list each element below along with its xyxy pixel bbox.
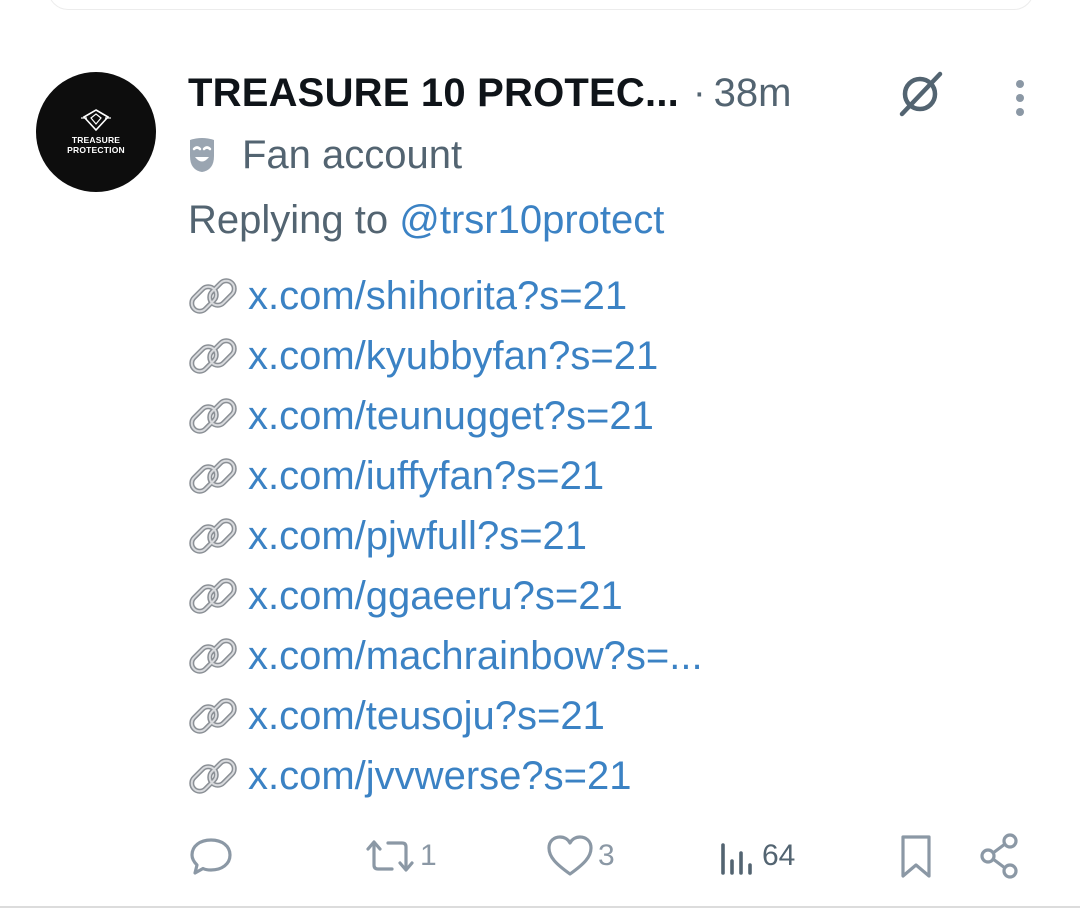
link-item[interactable]: x.com/pjwfull?s=21 [186,506,703,566]
like-icon [547,835,593,876]
link-chain-icon [189,518,237,554]
link-item[interactable]: x.com/ggaeeru?s=21 [186,566,703,626]
link-chain-icon [189,338,237,374]
link-chain-icon [189,278,237,314]
avatar-logo-text: TREASURE PROTECTION [67,135,125,155]
link-url[interactable]: x.com/kyubbyfan?s=21 [248,334,658,379]
share-button[interactable] [974,826,1026,886]
link-url[interactable]: x.com/pjwfull?s=21 [248,514,587,559]
link-url[interactable]: x.com/ggaeeru?s=21 [248,574,623,619]
link-url[interactable]: x.com/machrainbow?s=... [248,634,703,679]
avatar-text-line2: PROTECTION [67,145,125,155]
theater-mask-icon [190,138,214,172]
link-chain-icon [189,698,237,734]
link-item[interactable]: x.com/teusoju?s=21 [186,686,703,746]
link-url[interactable]: x.com/iuffyfan?s=21 [248,454,604,499]
link-chain-icon [189,398,237,434]
reply-icon [190,838,232,875]
link-url[interactable]: x.com/teunugget?s=21 [248,394,654,439]
author-display-name[interactable]: TREASURE 10 PROTEC... [188,71,679,116]
tweet-actions: 1 3 64 [0,826,1080,886]
diamond-logo-icon [81,109,111,131]
replying-to: Replying to @trsr10protect [188,198,664,250]
header-separator: · [692,71,706,114]
repost-icon [366,840,414,872]
replying-to-handle[interactable]: @trsr10protect [399,198,664,242]
views-icon [721,843,752,875]
tweet-header: TREASURE 10 PROTEC... · 38m [188,66,791,120]
link-url[interactable]: x.com/shihorita?s=21 [248,274,627,319]
tweet-links: x.com/shihorita?s=21 x.com/kyubbyfan?s=2… [186,266,703,806]
like-button[interactable]: 3 [544,826,615,886]
previous-card [48,0,1034,10]
link-chain-icon [189,458,237,494]
views-button[interactable]: 64 [716,826,795,886]
account-label-text: Fan account [242,132,463,177]
link-chain-icon [189,758,237,794]
link-item[interactable]: x.com/shihorita?s=21 [186,266,703,326]
share-icon [980,833,1018,879]
link-item[interactable]: x.com/iuffyfan?s=21 [186,446,703,506]
link-item[interactable]: x.com/teunugget?s=21 [186,386,703,446]
avatar[interactable]: TREASURE PROTECTION [36,72,156,192]
tweet-screen: TREASURE PROTECTION TREASURE 10 PROTEC..… [0,0,1080,922]
bottom-divider [0,906,1080,922]
link-url[interactable]: x.com/jvvwerse?s=21 [248,754,631,799]
link-item[interactable]: x.com/jvvwerse?s=21 [186,746,703,806]
avatar-text-line1: TREASURE [71,135,121,145]
bookmark-icon [901,835,931,878]
link-chain-icon [189,578,237,614]
views-count: 64 [762,839,796,872]
account-label[interactable]: Fan account [188,128,462,182]
reply-button[interactable] [186,826,238,886]
grok-icon[interactable] [892,70,948,118]
bookmark-button[interactable] [894,826,938,886]
replying-to-prefix: Replying to [188,198,389,242]
tweet-timestamp[interactable]: 38m [714,71,792,116]
link-chain-icon [189,638,237,674]
link-item[interactable]: x.com/kyubbyfan?s=21 [186,326,703,386]
repost-count: 1 [420,839,437,872]
link-item[interactable]: x.com/machrainbow?s=... [186,626,703,686]
repost-button[interactable]: 1 [362,826,437,886]
more-vertical-icon[interactable] [1004,74,1036,122]
like-count: 3 [598,839,615,872]
link-url[interactable]: x.com/teusoju?s=21 [248,694,605,739]
